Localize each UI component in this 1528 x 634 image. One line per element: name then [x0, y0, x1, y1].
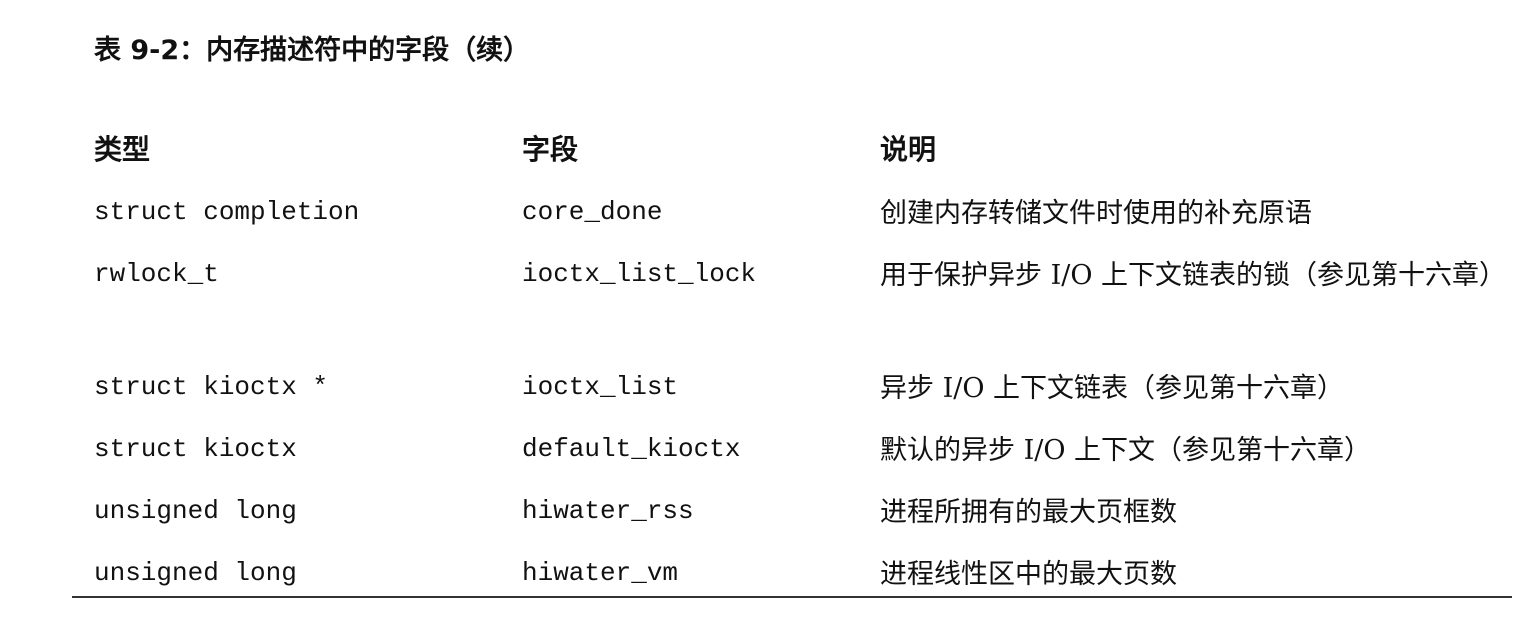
cell-field: ioctx_list — [522, 372, 679, 402]
cell-type: struct completion — [94, 197, 360, 227]
cell-type: unsigned long — [94, 558, 297, 588]
cell-type: struct kioctx — [94, 434, 297, 464]
header-type: 类型 — [94, 133, 151, 166]
cell-type: rwlock_t — [94, 259, 219, 289]
cell-description: 异步 I/O 上下文链表（参见第十六章） — [880, 373, 1345, 404]
cell-type: struct kioctx * — [94, 372, 329, 402]
table-bottom-rule — [72, 596, 1512, 598]
cell-field: core_done — [522, 197, 663, 227]
cell-description: 创建内存转储文件时使用的补充原语 — [880, 198, 1312, 229]
cell-description: 用于保护异步 I/O 上下文链表的锁（参见第十六章） — [880, 260, 1507, 291]
header-field: 字段 — [522, 133, 579, 166]
table-caption: 表 9-2：内存描述符中的字段（续） — [94, 35, 531, 66]
cell-field: hiwater_rss — [522, 496, 694, 526]
cell-description: 进程线性区中的最大页数 — [880, 559, 1177, 590]
cell-field: hiwater_vm — [522, 558, 679, 588]
cell-type: unsigned long — [94, 496, 297, 526]
cell-field: ioctx_list_lock — [522, 259, 757, 289]
header-description: 说明 — [880, 133, 937, 166]
cell-description: 默认的异步 I/O 上下文（参见第十六章） — [880, 435, 1372, 466]
cell-description: 进程所拥有的最大页框数 — [880, 497, 1177, 528]
cell-field: default_kioctx — [522, 434, 741, 464]
